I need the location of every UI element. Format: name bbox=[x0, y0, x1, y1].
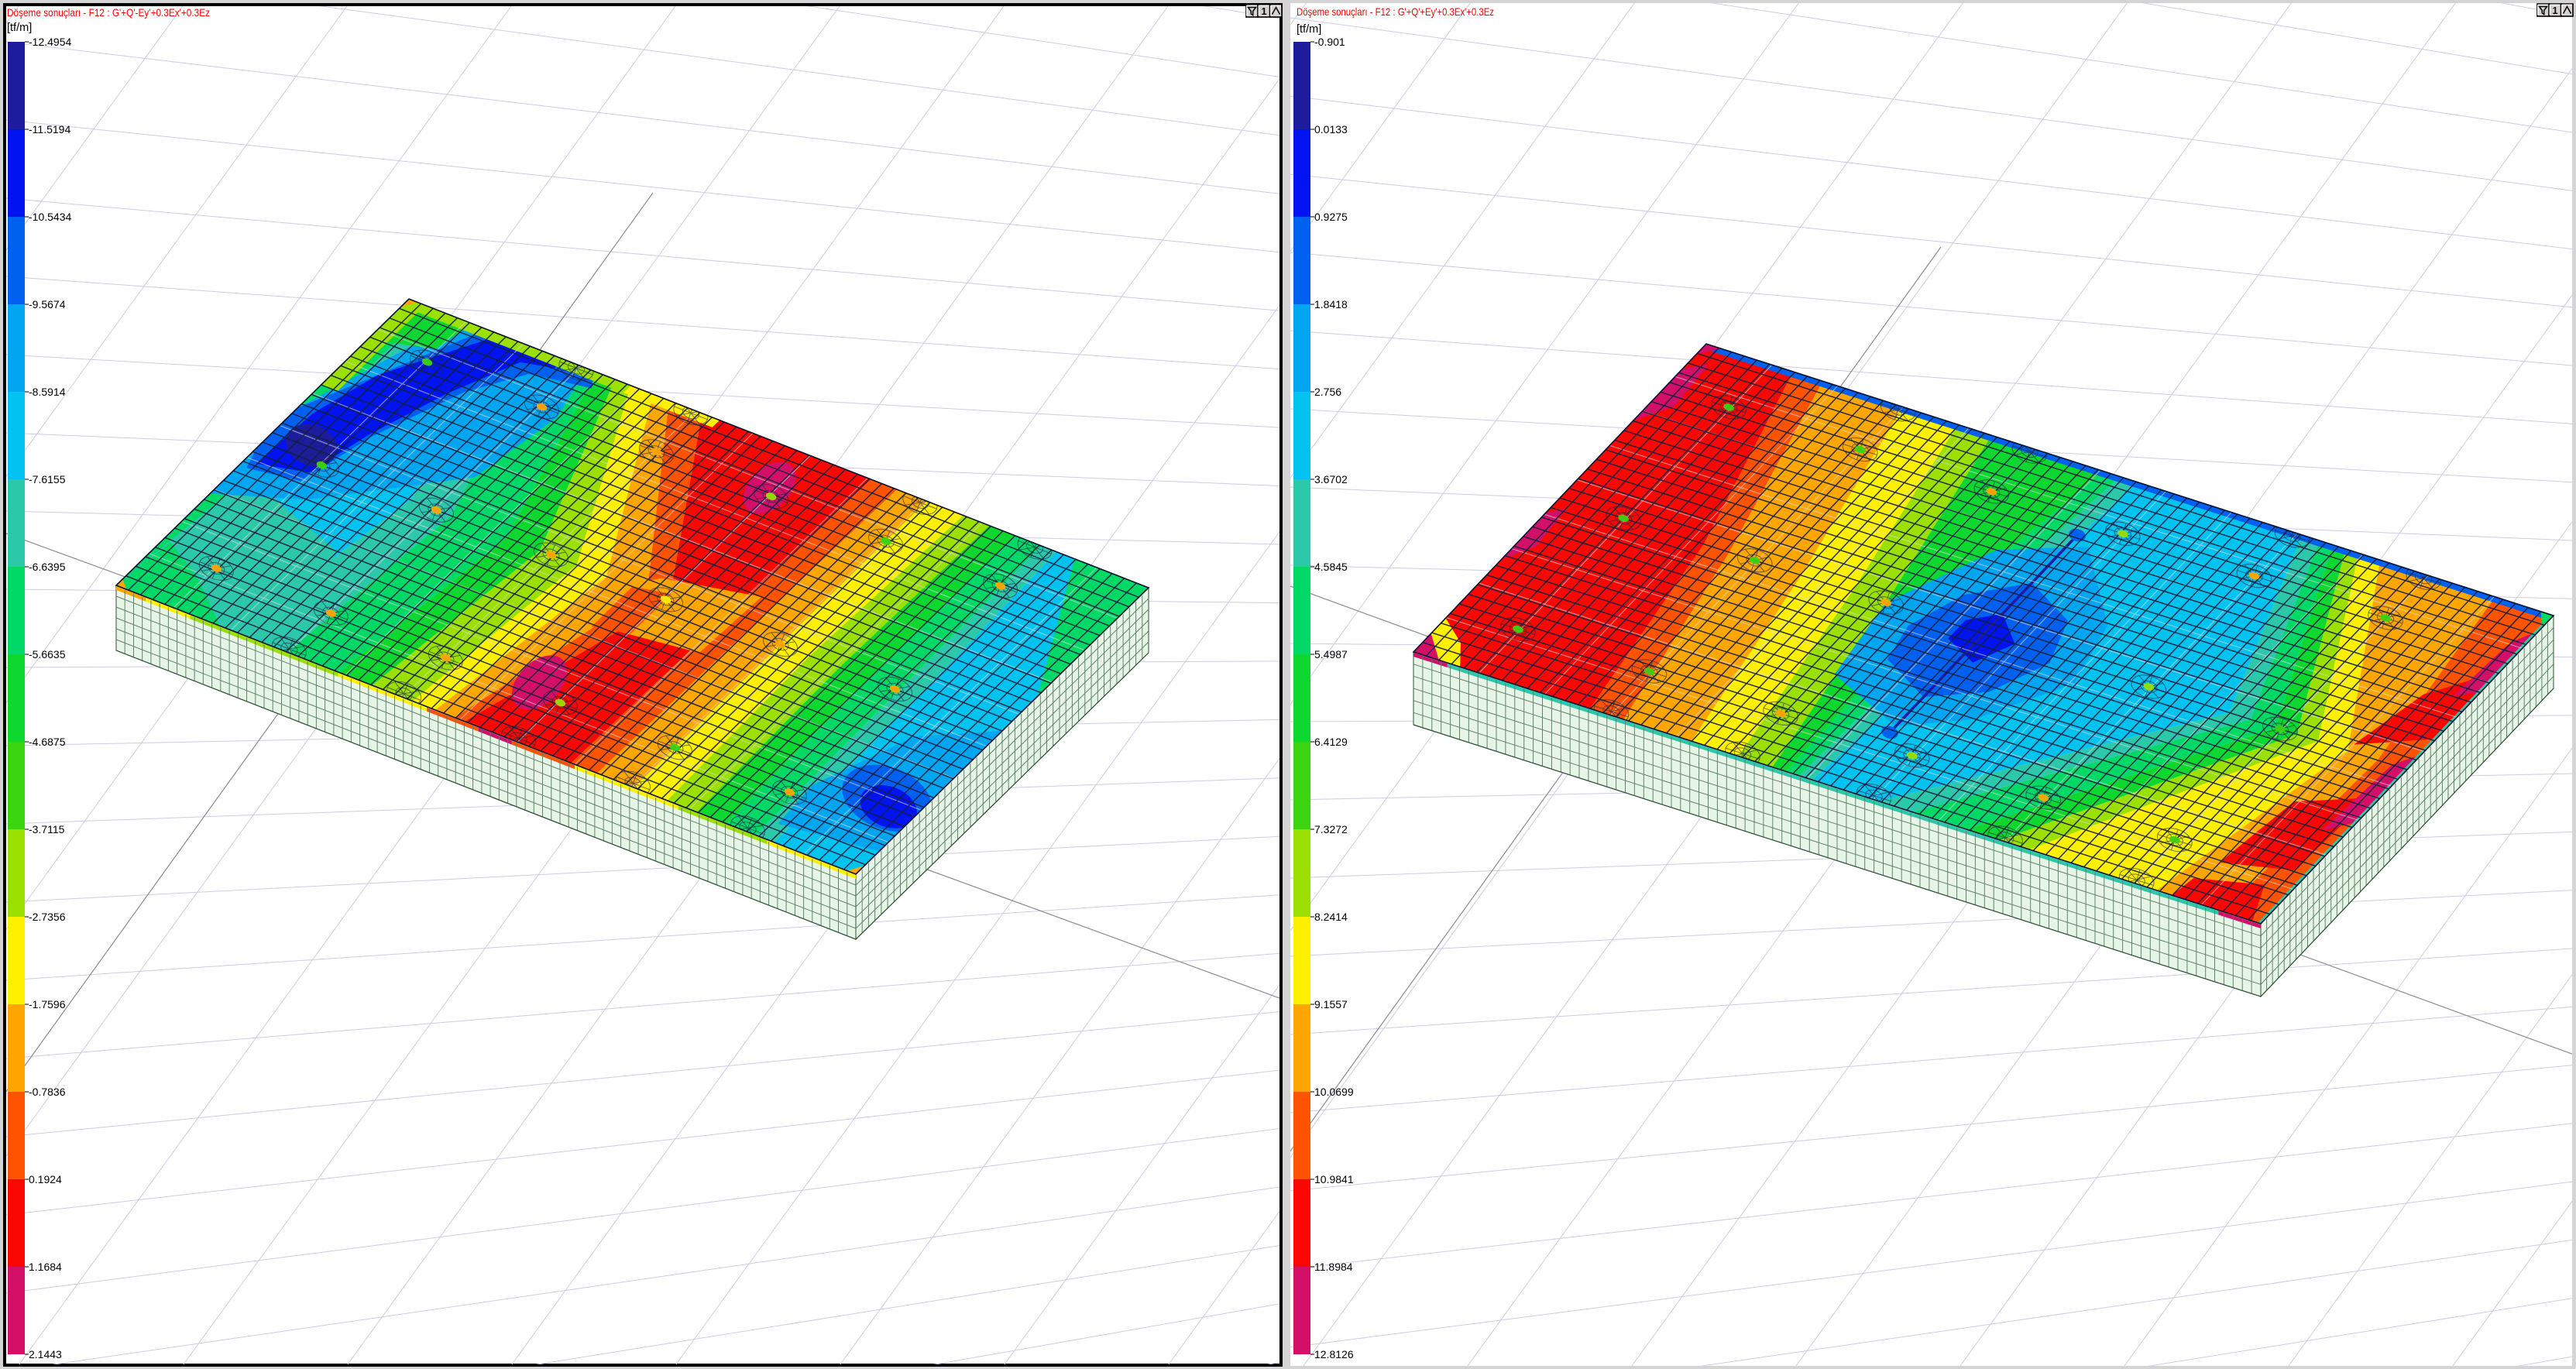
svg-text:8.2414: 8.2414 bbox=[1314, 911, 1348, 923]
svg-text:2.1443: 2.1443 bbox=[29, 1348, 62, 1360]
svg-text:9.1557: 9.1557 bbox=[1314, 998, 1348, 1010]
svg-text:-11.5194: -11.5194 bbox=[29, 123, 70, 136]
svg-text:-9.5674: -9.5674 bbox=[29, 298, 66, 311]
svg-text:1.8418: 1.8418 bbox=[1314, 298, 1348, 311]
svg-text:1: 1 bbox=[1261, 5, 1266, 17]
svg-text:-1.7596: -1.7596 bbox=[29, 998, 66, 1010]
svg-text:6.4129: 6.4129 bbox=[1314, 736, 1348, 748]
svg-text:-4.6875: -4.6875 bbox=[29, 736, 66, 748]
svg-text:-10.5434: -10.5434 bbox=[29, 211, 71, 223]
svg-text:2.756: 2.756 bbox=[1314, 386, 1341, 398]
svg-text:-0.901: -0.901 bbox=[1314, 36, 1345, 48]
svg-text:[tf/m]: [tf/m] bbox=[7, 22, 32, 34]
svg-text:-0.7836: -0.7836 bbox=[29, 1086, 66, 1098]
svg-text:10.9841: 10.9841 bbox=[1314, 1173, 1354, 1185]
svg-text:0.0133: 0.0133 bbox=[1314, 123, 1348, 136]
svg-text:0.1924: 0.1924 bbox=[29, 1173, 62, 1185]
svg-text:-3.7115: -3.7115 bbox=[29, 823, 65, 835]
svg-text:1: 1 bbox=[2552, 5, 2557, 16]
svg-text:0.9275: 0.9275 bbox=[1314, 211, 1348, 223]
svg-text:-7.6155: -7.6155 bbox=[29, 473, 66, 485]
svg-text:Döşeme sonuçları - F12 : G'+Q': Döşeme sonuçları - F12 : G'+Q'+Ey'+0.3Ex… bbox=[1297, 5, 1494, 18]
svg-text:-12.4954: -12.4954 bbox=[29, 36, 71, 48]
svg-text:10.0699: 10.0699 bbox=[1314, 1086, 1354, 1098]
svg-text:-8.5914: -8.5914 bbox=[29, 386, 66, 398]
svg-text:-6.6395: -6.6395 bbox=[29, 561, 66, 573]
svg-text:[tf/m]: [tf/m] bbox=[1297, 23, 1321, 36]
svg-text:-2.7356: -2.7356 bbox=[29, 911, 66, 923]
svg-text:11.8984: 11.8984 bbox=[1314, 1261, 1353, 1273]
svg-text:5.4987: 5.4987 bbox=[1314, 648, 1348, 660]
svg-text:12.8126: 12.8126 bbox=[1314, 1348, 1354, 1360]
svg-text:7.3272: 7.3272 bbox=[1314, 823, 1348, 835]
svg-text:1.1684: 1.1684 bbox=[29, 1261, 62, 1273]
svg-text:Döşeme sonuçları - F12 : G'+Q': Döşeme sonuçları - F12 : G'+Q'-Ey'+0.3Ex… bbox=[7, 6, 210, 19]
svg-text:3.6702: 3.6702 bbox=[1314, 473, 1348, 485]
svg-text:-5.6635: -5.6635 bbox=[29, 648, 66, 660]
svg-text:4.5845: 4.5845 bbox=[1314, 561, 1348, 573]
